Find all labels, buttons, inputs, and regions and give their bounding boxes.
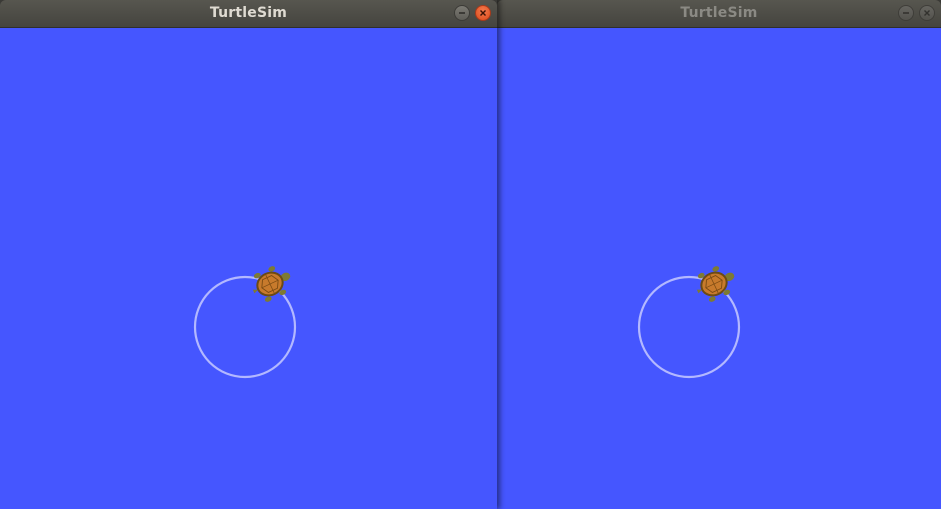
window-titlebar[interactable]: TurtleSim [0, 0, 497, 28]
turtle-canvas [497, 28, 941, 509]
minimize-button[interactable] [454, 5, 470, 21]
window-title: TurtleSim [680, 5, 758, 21]
close-icon [480, 10, 486, 16]
canvas-drawing [637, 266, 741, 379]
close-button[interactable] [475, 5, 491, 21]
minimize-icon [459, 12, 465, 14]
close-button[interactable] [919, 5, 935, 21]
turtle-icon [252, 266, 291, 302]
close-icon [924, 10, 930, 16]
turtlesim-window-2[interactable]: TurtleSim [497, 0, 941, 509]
turtle-icon [696, 266, 735, 302]
minimize-button[interactable] [898, 5, 914, 21]
turtle-canvas [0, 28, 497, 509]
window-titlebar[interactable]: TurtleSim [497, 0, 941, 28]
window-title: TurtleSim [209, 5, 288, 21]
canvas-drawing [193, 266, 297, 379]
minimize-icon [903, 12, 909, 14]
turtlesim-window-1[interactable]: TurtleSim [0, 0, 497, 509]
